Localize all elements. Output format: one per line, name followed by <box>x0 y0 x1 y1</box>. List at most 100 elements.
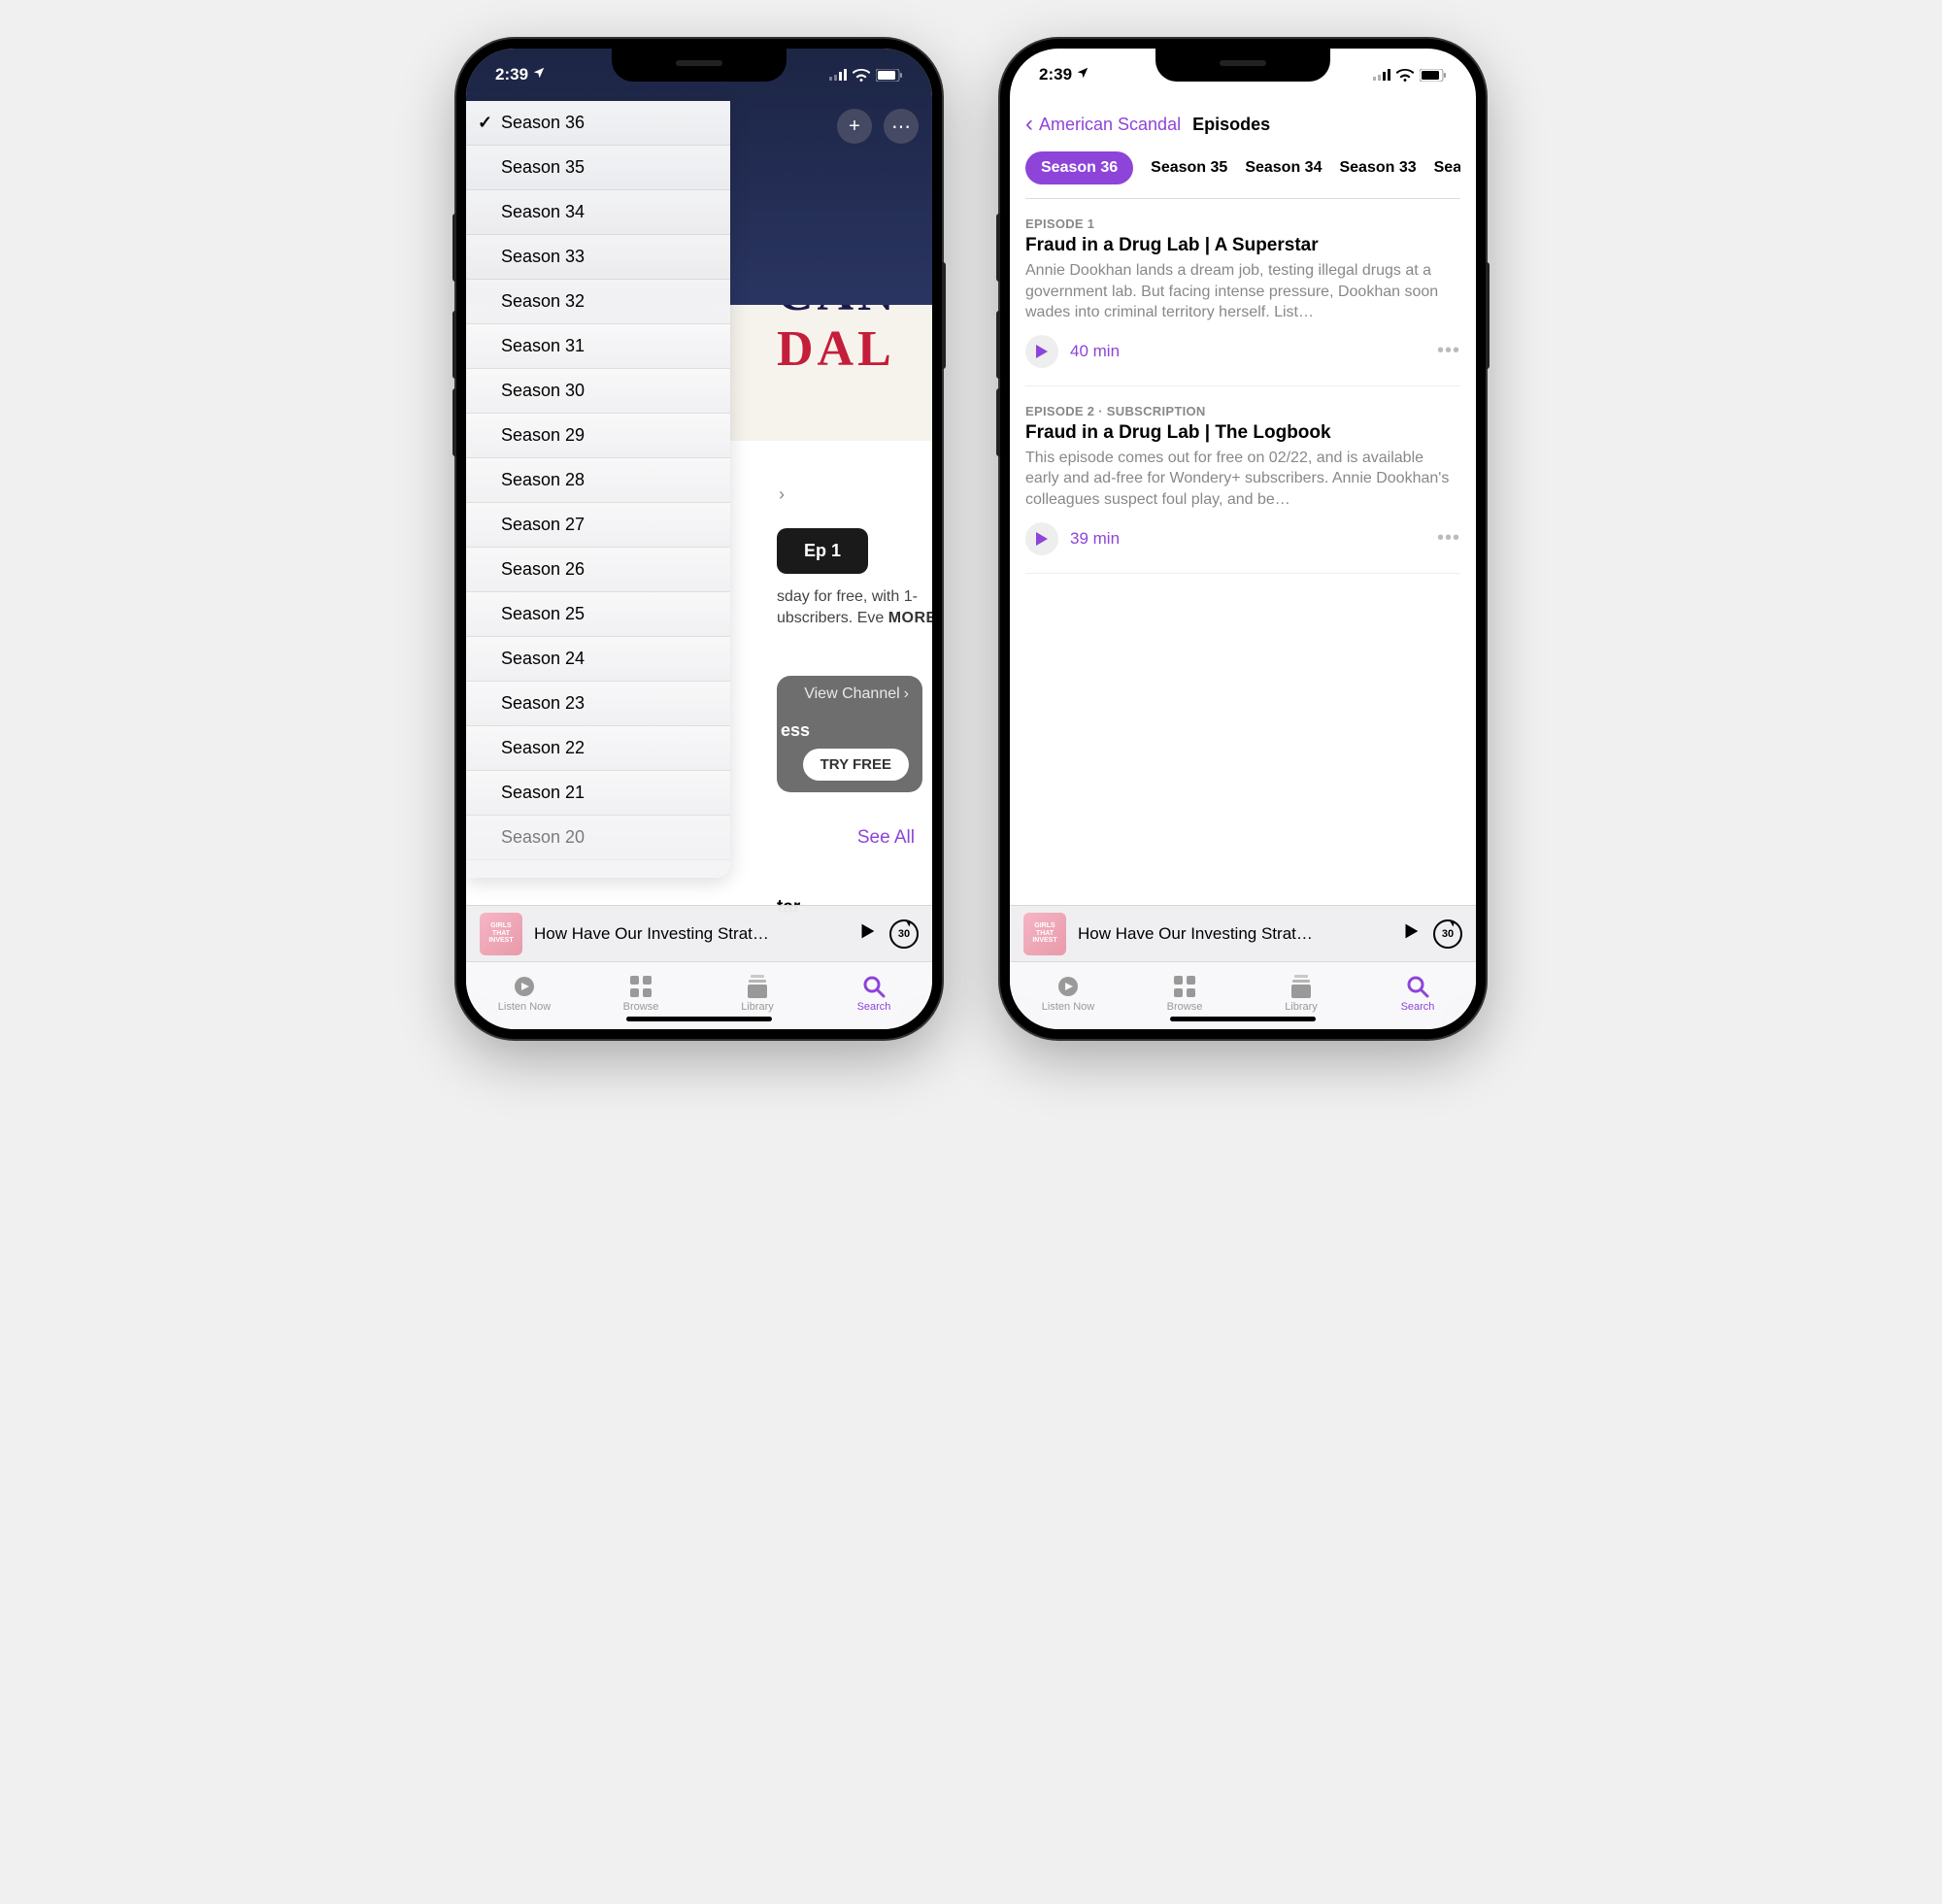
tab-label: Library <box>741 1001 774 1013</box>
notch <box>612 49 787 82</box>
season-tab[interactable]: Season 36 <box>1025 151 1133 184</box>
season-dropdown-menu[interactable]: Season 36Season 35Season 34Season 33Seas… <box>466 101 730 878</box>
notch <box>1155 49 1330 82</box>
battery-icon <box>1420 69 1447 82</box>
podcast-description-fragment: sday for free, with 1- ubscribers. Eve M… <box>777 586 932 628</box>
skip-30-icon[interactable]: 30 <box>889 919 919 949</box>
season-tab[interactable]: Season 34 <box>1245 151 1322 184</box>
tab-icon <box>1406 974 1429 999</box>
season-option[interactable]: Season 21 <box>466 771 730 816</box>
tab-listen-now[interactable]: Listen Now <box>1010 962 1126 1023</box>
season-option[interactable]: Season 27 <box>466 503 730 548</box>
season-option[interactable]: Season 29 <box>466 414 730 458</box>
season-option[interactable]: Season 20 <box>466 816 730 860</box>
back-chevron-icon[interactable]: ‹ <box>1025 111 1033 138</box>
tab-label: Browse <box>623 1001 659 1013</box>
play-icon[interactable] <box>856 920 878 947</box>
tab-icon <box>748 974 767 999</box>
episode-meta: EPISODE 2 · SUBSCRIPTION <box>1025 404 1460 418</box>
now-playing-artwork: GIRLS THAT INVEST <box>480 913 522 955</box>
episodes-header: ‹ American Scandal Episodes Season 36Sea… <box>1010 101 1476 199</box>
tab-label: Listen Now <box>1042 1001 1094 1013</box>
play-icon[interactable] <box>1400 920 1422 947</box>
tab-icon <box>1291 974 1311 999</box>
tab-icon <box>630 974 652 999</box>
season-option[interactable]: Season 30 <box>466 369 730 414</box>
season-option[interactable]: Season 34 <box>466 190 730 235</box>
phone-left: 2:39 + ⋯ <box>456 39 942 1039</box>
tab-icon <box>513 974 536 999</box>
location-icon <box>1076 66 1089 84</box>
episode-duration: 40 min <box>1070 342 1120 361</box>
season-tabs[interactable]: Season 36 Season 35 Season 34 Season 33 Seas <box>1025 148 1460 199</box>
home-indicator[interactable] <box>1170 1017 1316 1021</box>
episode-item[interactable]: EPISODE 1 Fraud in a Drug Lab | A Supers… <box>1025 199 1460 386</box>
screen-right: 2:39 ‹ American Scandal <box>1010 49 1476 1029</box>
season-option[interactable]: Season 33 <box>466 235 730 280</box>
now-playing-bar[interactable]: GIRLS THAT INVEST How Have Our Investing… <box>1010 905 1476 961</box>
tab-library[interactable]: Library <box>699 962 816 1023</box>
season-option[interactable]: Season 24 <box>466 637 730 682</box>
episode-play-button[interactable] <box>1025 522 1058 555</box>
episode-description: Annie Dookhan lands a dream job, testing… <box>1025 260 1460 323</box>
back-label[interactable]: American Scandal <box>1039 115 1181 135</box>
season-option[interactable]: Season 35 <box>466 146 730 190</box>
season-tab[interactable]: Season 33 <box>1339 151 1416 184</box>
tab-library[interactable]: Library <box>1243 962 1359 1023</box>
location-icon <box>532 66 546 84</box>
see-all-link[interactable]: See All <box>857 827 915 849</box>
now-playing-title: How Have Our Investing Strat… <box>1078 924 1389 944</box>
season-option[interactable]: Season 31 <box>466 324 730 369</box>
channel-name-fragment: ess <box>781 720 810 741</box>
tab-browse[interactable]: Browse <box>1126 962 1243 1023</box>
season-option[interactable]: Season 36 <box>466 101 730 146</box>
try-free-button[interactable]: TRY FREE <box>803 749 909 781</box>
season-option[interactable]: Season 32 <box>466 280 730 324</box>
tab-label: Listen Now <box>498 1001 551 1013</box>
channel-card[interactable]: View Channel› ess TRY FREE <box>777 676 922 792</box>
episode-more-icon[interactable]: ••• <box>1437 340 1460 362</box>
status-time: 2:39 <box>1039 65 1072 84</box>
page-title: Episodes <box>1192 115 1270 135</box>
episodes-list[interactable]: EPISODE 1 Fraud in a Drug Lab | A Supers… <box>1010 199 1476 574</box>
episode-title: Fraud in a Drug Lab | The Logbook <box>1025 422 1460 444</box>
more-button[interactable]: ⋯ <box>884 109 919 144</box>
episode-item[interactable]: EPISODE 2 · SUBSCRIPTION Fraud in a Drug… <box>1025 386 1460 574</box>
screen-left: 2:39 + ⋯ <box>466 49 932 1029</box>
tab-listen-now[interactable]: Listen Now <box>466 962 583 1023</box>
now-playing-bar[interactable]: GIRLS THAT INVEST How Have Our Investing… <box>466 905 932 961</box>
tab-search[interactable]: Search <box>1359 962 1476 1023</box>
now-playing-title: How Have Our Investing Strat… <box>534 924 845 944</box>
season-option[interactable]: Season 28 <box>466 458 730 503</box>
view-channel-link[interactable]: View Channel› <box>804 685 909 703</box>
home-indicator[interactable] <box>626 1017 772 1021</box>
episode-more-icon[interactable]: ••• <box>1437 527 1460 550</box>
tab-icon <box>1174 974 1195 999</box>
season-option[interactable]: Season 23 <box>466 682 730 726</box>
more-button-text[interactable]: MORE <box>888 610 932 626</box>
season-tab[interactable]: Season 35 <box>1151 151 1227 184</box>
episode-title: Fraud in a Drug Lab | A Superstar <box>1025 235 1460 256</box>
tab-search[interactable]: Search <box>816 962 932 1023</box>
season-option[interactable]: Season 26 <box>466 548 730 592</box>
skip-30-icon[interactable]: 30 <box>1433 919 1462 949</box>
tab-label: Library <box>1285 1001 1318 1013</box>
phone-right: 2:39 ‹ American Scandal <box>1000 39 1486 1039</box>
tab-browse[interactable]: Browse <box>583 962 699 1023</box>
episode-play-button[interactable] <box>1025 335 1058 368</box>
chevron-right-icon: › <box>779 484 785 505</box>
season-option[interactable]: Season 25 <box>466 592 730 637</box>
battery-icon <box>876 69 903 82</box>
season-tab[interactable]: Seas <box>1434 151 1460 184</box>
tab-icon <box>1056 974 1080 999</box>
season-option[interactable]: Season 22 <box>466 726 730 771</box>
play-episode-1-button[interactable]: Ep 1 <box>777 528 868 574</box>
cellular-icon <box>829 69 847 81</box>
cellular-icon <box>1373 69 1390 81</box>
wifi-icon <box>853 69 870 82</box>
now-playing-artwork: GIRLS THAT INVEST <box>1023 913 1066 955</box>
add-button[interactable]: + <box>837 109 872 144</box>
tab-label: Search <box>857 1001 891 1013</box>
episode-duration: 39 min <box>1070 529 1120 549</box>
status-time: 2:39 <box>495 65 528 84</box>
